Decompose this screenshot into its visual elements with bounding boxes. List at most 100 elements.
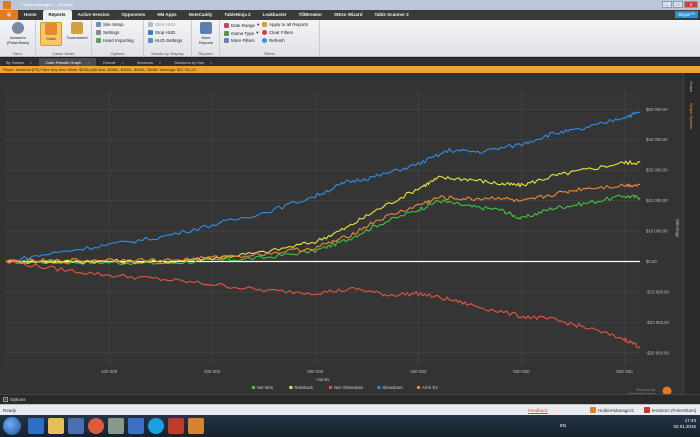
site-setup-icon [96, 22, 101, 27]
start-hud-label: Start HUD [155, 22, 176, 27]
gear-icon [96, 30, 101, 35]
chrome-icon[interactable] [88, 418, 104, 434]
refresh-icon [262, 38, 267, 43]
x-tick-label: 300 000 [307, 369, 324, 374]
x-tick-label: 200 000 [204, 369, 221, 374]
explorer-icon[interactable] [48, 418, 64, 434]
language-indicator[interactable]: EN [560, 423, 566, 428]
stop-hud-label: Stop HUD [155, 30, 176, 35]
maximize-button[interactable]: □ [673, 1, 683, 8]
close-button[interactable]: ✕ [684, 1, 698, 8]
trophy-icon [71, 22, 83, 34]
tab-overall[interactable]: Overall × [97, 58, 130, 66]
y-tick-label: $10 000,00 [646, 229, 668, 234]
hand-importing-button[interactable]: Hand Importing [96, 38, 134, 43]
tab-sessions-by-day[interactable]: Sessions by Day × [168, 58, 218, 66]
report-tabs: By Stakes × Cash Results Graph × Overall × … [0, 58, 700, 66]
tab-tiltbreaker[interactable]: TiltBreaker [293, 10, 328, 20]
game-type-icon [224, 30, 229, 36]
tab-hm-apps[interactable]: HM Apps [151, 10, 182, 20]
tournament-button[interactable]: Tournament [64, 22, 90, 46]
hand-importing-label: Hand Importing [103, 38, 134, 43]
options-toggle[interactable]: + Options [3, 397, 26, 402]
legend-swatch [252, 386, 255, 389]
date-range-button[interactable]: Date Range ▾ [224, 22, 259, 28]
ie-icon[interactable] [28, 418, 44, 434]
plot-background [6, 91, 640, 365]
start-hud-button[interactable]: Start HUD [148, 22, 176, 27]
account-indicator[interactable]: lessstom (PokerStars) [644, 407, 696, 413]
tab-tableninja[interactable]: TableNinja 2 [218, 10, 256, 20]
tab-label: By Stakes [6, 60, 25, 65]
tab-cash-results-graph[interactable]: Cash Results Graph × [39, 58, 96, 66]
hm-version: HoldemManager2 [590, 407, 634, 413]
close-icon[interactable]: × [87, 60, 89, 65]
hero-selector[interactable]: lessstom (PokerStars) [2, 22, 34, 45]
account-label: lessstom (PokerStars) [652, 407, 697, 413]
start-button[interactable] [3, 417, 21, 435]
close-icon[interactable]: × [159, 60, 161, 65]
hud-settings-button[interactable]: HUD Settings [148, 38, 182, 43]
more-filters-label: More Filters [231, 38, 255, 43]
legend-label: Rakeback [294, 385, 314, 390]
feedback-link[interactable]: Feedback [528, 408, 548, 413]
clear-filters-button[interactable]: Clear Filters [262, 30, 293, 35]
x-tick-label: 100 000 [101, 369, 118, 374]
cash-button[interactable]: Cash [40, 22, 62, 46]
tab-sngo-wizard[interactable]: SNGo Wizard [328, 10, 368, 20]
close-icon[interactable]: × [121, 60, 123, 65]
y-tick-label: -$10 000,00 [646, 289, 670, 294]
side-tab-graph[interactable]: Graph [689, 81, 694, 92]
apply-all-reports-button[interactable]: Apply to all Reports [262, 22, 308, 27]
calendar-icon [224, 22, 229, 28]
media-icon[interactable] [68, 418, 84, 434]
close-icon[interactable]: × [30, 60, 32, 65]
site-setup-button[interactable]: Site Setup [96, 22, 124, 27]
game-type-button[interactable]: Game Type ▾ [224, 30, 258, 36]
tab-label: Overall [102, 60, 116, 65]
user-icon [12, 22, 24, 34]
tab-table-scanner[interactable]: Table Scanner 2 [369, 10, 415, 20]
date-range-label: Date Range [231, 22, 256, 28]
game-mode-group: Cash Tournament Game Mode [36, 20, 92, 57]
clock[interactable]: 17:43 02.01.2015 [673, 418, 696, 430]
tab-home[interactable]: Home [18, 10, 43, 20]
tab-label: Sessions [136, 60, 153, 65]
clock-date: 02.01.2015 [673, 424, 696, 429]
skype-icon[interactable] [148, 418, 164, 434]
plus-icon: + [3, 397, 8, 402]
tab-active-session[interactable]: Active Session [72, 10, 116, 20]
tab-leakbuster[interactable]: Leakbuster [257, 10, 293, 20]
file-menu-button[interactable]: ☰ [0, 10, 18, 20]
word-icon[interactable] [128, 418, 144, 434]
minimize-button[interactable]: – [662, 1, 672, 8]
clear-icon [262, 30, 267, 35]
skype-button[interactable]: Skype™ [674, 11, 698, 18]
tab-reports[interactable]: Reports [42, 10, 72, 20]
y-tick-label: -$20 000,00 [646, 320, 670, 325]
game-mode-group-label: Game Mode [52, 51, 75, 56]
pokerstars-icon[interactable] [168, 418, 184, 434]
app-icon[interactable] [108, 418, 124, 434]
tab-sessions[interactable]: Sessions × [131, 58, 168, 66]
refresh-button[interactable]: Refresh [262, 38, 285, 43]
holdem-manager-icon[interactable] [188, 418, 204, 434]
stop-hud-button[interactable]: Stop HUD [148, 30, 175, 35]
settings-button[interactable]: Settings [96, 30, 119, 35]
close-icon[interactable]: × [210, 60, 212, 65]
tab-by-stakes[interactable]: By Stakes × [0, 58, 38, 66]
window-title: HoldemManager 2 - Reports [22, 2, 73, 7]
more-filters-button[interactable]: More Filters [224, 38, 255, 43]
side-tab-graph-options[interactable]: Graph Options [689, 103, 694, 129]
tab-notecaddy[interactable]: NoteCaddy [183, 10, 219, 20]
more-reports-button[interactable]: More Reports [194, 22, 218, 45]
y-tick-label: $20 000,00 [646, 198, 668, 203]
hm-logo-icon [662, 386, 672, 396]
game-type-label: Game Type [231, 30, 255, 36]
tab-opponents[interactable]: Opponents [116, 10, 152, 20]
apply-all-label: Apply to all Reports [269, 22, 309, 27]
hm-logo-icon [590, 407, 596, 413]
import-icon [96, 38, 101, 43]
legend-swatch [377, 386, 381, 389]
filter-summary-bar: Player: lessstom (PS) Filter: Any desc M… [0, 66, 700, 73]
